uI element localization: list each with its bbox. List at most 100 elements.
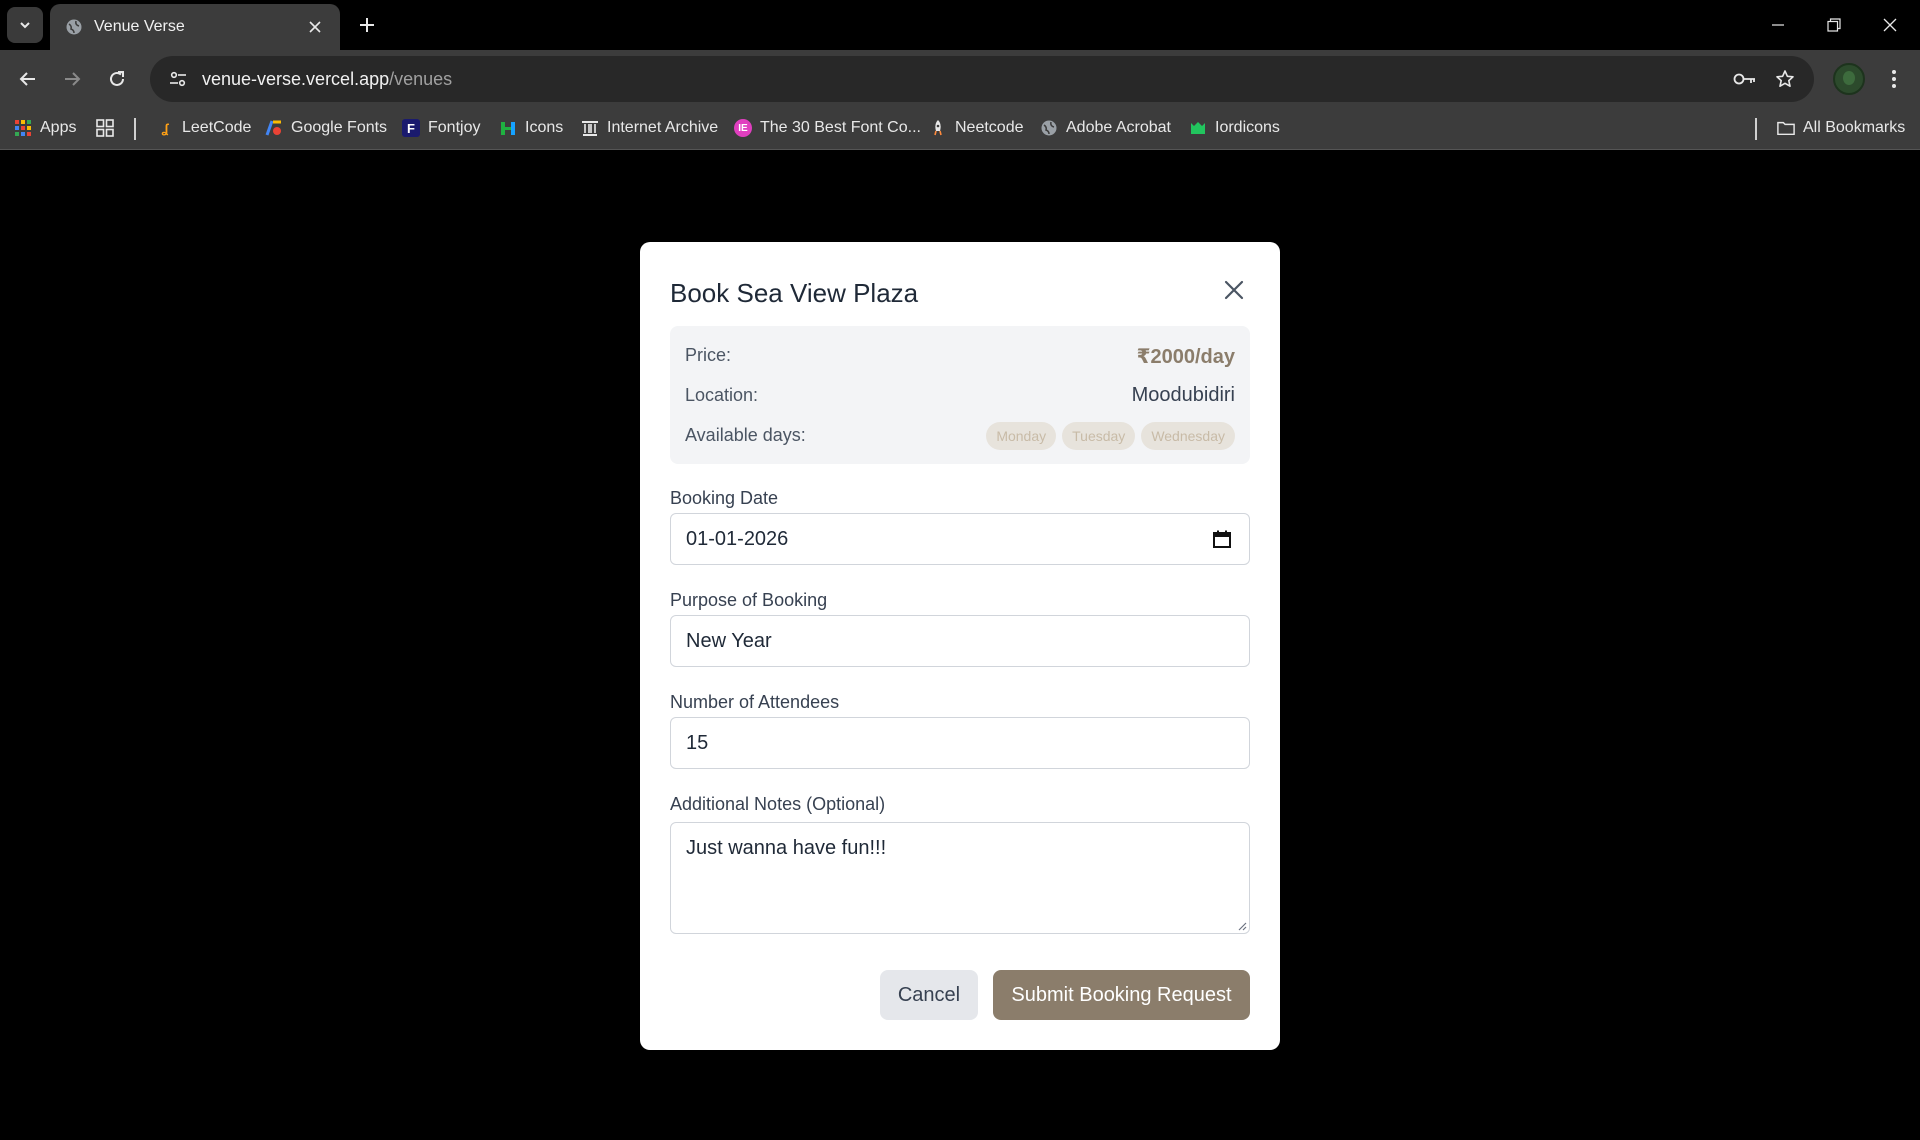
bookmark-neetcode[interactable]: Neetcode — [929, 108, 1024, 148]
tab-strip: Venue Verse — [0, 0, 1920, 50]
price-label: Price: — [685, 345, 732, 365]
bookmarks-divider — [134, 118, 136, 140]
available-days-list: Monday Tuesday Wednesday — [986, 422, 1235, 450]
booking-modal: Book Sea View Plaza Price: ₹2000/day Loc… — [640, 242, 1280, 1050]
tab-groups-icon — [96, 119, 114, 137]
tab-close-icon[interactable] — [304, 16, 326, 38]
forward-button[interactable] — [56, 63, 88, 95]
notes-value: Just wanna have fun!!! — [686, 837, 887, 859]
address-bar[interactable]: venue-verse.vercel.app/venues — [150, 56, 1814, 102]
bookmark-label: Neetcode — [955, 119, 1024, 136]
location-label: Location: — [685, 385, 759, 405]
apps-grid-icon — [14, 119, 32, 137]
minimize-button[interactable] — [1750, 0, 1806, 50]
bookmark-best-font-combos[interactable]: IE The 30 Best Font Co... — [734, 108, 921, 148]
day-chip: Tuesday — [1062, 422, 1136, 450]
close-icon — [1883, 18, 1897, 32]
leetcode-icon: ʆ — [161, 120, 169, 136]
booking-date-input[interactable]: 01-01-2026 — [670, 513, 1250, 565]
reload-button[interactable] — [101, 63, 133, 95]
restore-button[interactable] — [1806, 0, 1862, 50]
reload-icon — [110, 71, 124, 86]
bookmark-label: All Bookmarks — [1803, 119, 1906, 136]
day-chip: Wednesday — [1141, 422, 1235, 450]
plus-icon — [360, 18, 374, 32]
booking-date-label: Booking Date — [670, 488, 779, 508]
available-days-label: Available days: — [685, 425, 806, 445]
submit-booking-button[interactable]: Submit Booking Request — [993, 970, 1250, 1020]
bookmark-label: Adobe Acrobat — [1066, 119, 1171, 136]
restore-icon — [1827, 18, 1841, 32]
bookmark-apps[interactable]: Apps — [14, 108, 76, 148]
bookmark-label: LeetCode — [182, 119, 252, 136]
bookmark-label: Google Fonts — [291, 119, 388, 136]
modal-close-button[interactable] — [1218, 274, 1250, 306]
url-text: venue-verse.vercel.app/venues — [202, 69, 452, 90]
bookmark-label: Apps — [40, 119, 77, 136]
venue-info-card: Price: ₹2000/day Location: Moodubidiri A… — [670, 326, 1250, 464]
url-path: /venues — [389, 68, 453, 89]
folder-icon — [1777, 119, 1795, 137]
bookmark-iordicons[interactable]: Iordicons — [1189, 108, 1280, 148]
site-info-icon[interactable] — [156, 57, 200, 101]
back-button[interactable] — [12, 63, 44, 95]
arrow-left-icon — [19, 72, 35, 86]
browser-menu-button[interactable] — [1878, 63, 1910, 95]
attendees-value: 15 — [686, 731, 709, 754]
new-tab-button[interactable] — [352, 10, 382, 40]
bookmark-fontjoy[interactable]: F Fontjoy — [402, 108, 480, 148]
icons8-icon — [499, 119, 517, 137]
bookmark-icons[interactable]: Icons — [499, 108, 563, 148]
bookmark-google-fonts[interactable]: Google Fonts — [265, 108, 387, 148]
bookmark-internet-archive[interactable]: Internet Archive — [581, 108, 718, 148]
bookmark-leetcode[interactable]: ʆ LeetCode — [156, 108, 251, 148]
resize-grip-icon[interactable] — [1235, 919, 1247, 931]
rocket-icon — [929, 119, 947, 137]
tab-search-button[interactable] — [7, 7, 43, 43]
profile-avatar[interactable] — [1833, 63, 1865, 95]
notes-label: Additional Notes (Optional) — [670, 794, 886, 814]
lordicon-icon — [1189, 119, 1207, 137]
attendees-label: Number of Attendees — [670, 692, 840, 712]
close-window-button[interactable] — [1862, 0, 1918, 50]
archive-building-icon — [581, 119, 599, 137]
font-combo-icon: IE — [734, 119, 752, 137]
purpose-value: New Year — [686, 629, 772, 652]
bookmark-label: Internet Archive — [607, 119, 719, 136]
close-icon — [1224, 280, 1244, 300]
price-value: ₹2000/day — [1136, 346, 1235, 368]
bookmarks-bar: Apps ʆ LeetCode Google Fonts F Fontjoy I… — [0, 108, 1920, 150]
bookmark-label: Icons — [525, 119, 564, 136]
globe-icon — [64, 17, 84, 37]
purpose-input[interactable]: New Year — [670, 615, 1250, 667]
cancel-button[interactable]: Cancel — [880, 970, 978, 1020]
globe-icon — [1040, 119, 1058, 137]
bookmarks-divider — [1755, 118, 1757, 140]
bookmark-label: Iordicons — [1215, 119, 1280, 136]
location-value: Moodubidiri — [1131, 384, 1235, 406]
bookmark-label: The 30 Best Font Co... — [760, 119, 921, 136]
tab-groups-button[interactable] — [96, 108, 122, 148]
more-vertical-icon — [1892, 70, 1896, 88]
minimize-icon — [1772, 24, 1784, 26]
password-key-icon[interactable] — [1729, 63, 1761, 95]
bookmark-adobe-acrobat[interactable]: Adobe Acrobat — [1040, 108, 1171, 148]
tab-title: Venue Verse — [94, 18, 185, 35]
browser-tab-active[interactable]: Venue Verse — [50, 4, 340, 50]
all-bookmarks-button[interactable]: All Bookmarks — [1777, 108, 1905, 148]
google-fonts-icon — [265, 119, 283, 137]
attendees-input[interactable]: 15 — [670, 717, 1250, 769]
bookmark-star-icon[interactable] — [1769, 63, 1801, 95]
arrow-right-icon — [65, 72, 81, 86]
booking-date-value: 01-01-2026 — [686, 527, 789, 550]
notes-textarea[interactable]: Just wanna have fun!!! — [670, 822, 1250, 934]
fontjoy-icon: F — [402, 119, 420, 137]
day-chip: Monday — [986, 422, 1057, 450]
browser-toolbar: venue-verse.vercel.app/venues — [0, 50, 1920, 108]
url-host: venue-verse.vercel.app — [202, 68, 390, 89]
calendar-icon[interactable] — [1211, 528, 1233, 550]
modal-title: Book Sea View Plaza — [670, 278, 919, 308]
bookmark-label: Fontjoy — [428, 119, 481, 136]
chevron-down-icon — [20, 22, 30, 29]
page-backdrop: Book Sea View Plaza Price: ₹2000/day Loc… — [0, 150, 1920, 1140]
